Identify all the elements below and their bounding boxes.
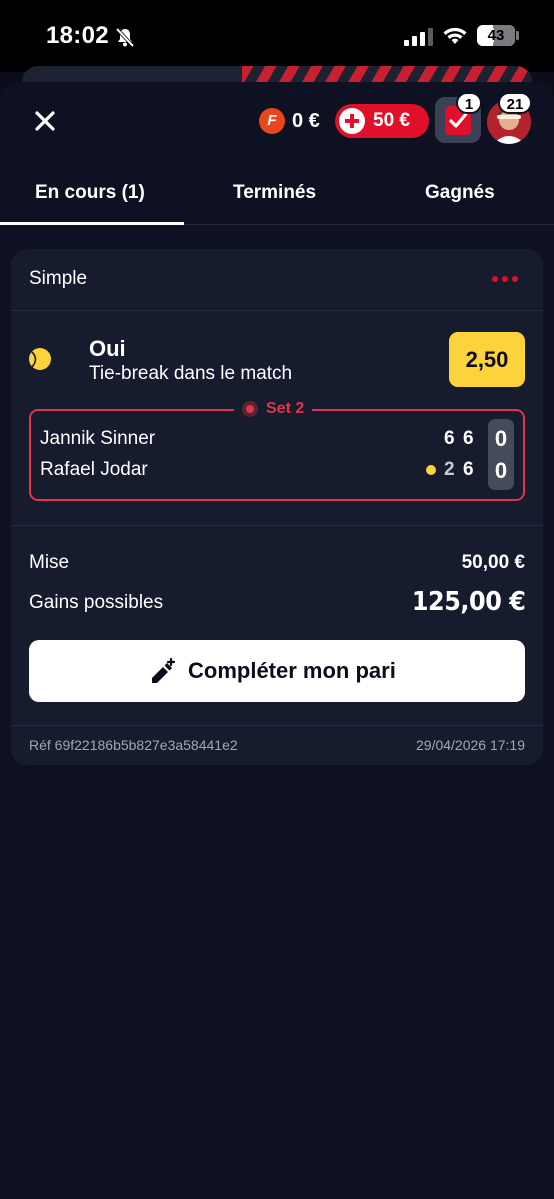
potential-gains-value: 125,00 € — [411, 587, 525, 617]
plus-icon — [339, 108, 365, 134]
live-dot-icon — [242, 401, 258, 417]
live-set-indicator: Set 2 — [234, 398, 313, 420]
stake-label: Mise — [29, 552, 70, 573]
deposit-amount: 50 € — [373, 110, 410, 131]
bell-muted-icon — [115, 27, 135, 48]
potential-gains-label: Gains possibles — [29, 592, 164, 613]
divider — [11, 310, 543, 311]
player-2-set-1: 2 — [444, 459, 455, 480]
player-1-name: Jannik Sinner — [40, 428, 156, 449]
odds-badge[interactable]: 2,50 — [449, 332, 525, 387]
active-tab-indicator — [0, 222, 184, 225]
close-icon[interactable] — [34, 110, 56, 132]
tennis-ball-icon — [29, 348, 51, 370]
player-1-set-2: 6 — [463, 428, 474, 449]
bet-datetime: 29/04/2026 17:19 — [416, 737, 525, 753]
stake-value: 50,00 € — [461, 552, 525, 573]
divider — [11, 725, 543, 726]
player-2-set-2: 6 — [463, 459, 474, 480]
bet-reference: Réf 69f22186b5b827e3a58441e2 — [29, 737, 238, 753]
betslip-count-badge: 1 — [456, 92, 482, 114]
freebet-balance[interactable]: 0 € — [292, 108, 320, 134]
freebet-coin-icon: F — [259, 108, 285, 134]
selection-name: Oui — [89, 336, 126, 361]
player-1-set-1: 6 — [444, 428, 455, 449]
notifications-badge: 21 — [498, 92, 532, 114]
complete-bet-label: Compléter mon pari — [188, 658, 396, 683]
serving-indicator-icon — [426, 465, 436, 475]
battery-level: 43 — [487, 27, 505, 44]
market-name: Tie-break dans le match — [89, 363, 293, 384]
player-2-name: Rafael Jodar — [40, 459, 148, 480]
status-bar: 18:02 43 — [0, 0, 554, 72]
player-1-game-score: 0 — [494, 426, 508, 451]
deposit-button[interactable]: 50 € — [335, 104, 429, 138]
live-scoreboard — [29, 409, 525, 501]
wifi-icon — [443, 27, 467, 44]
more-options-icon[interactable] — [490, 276, 520, 284]
battery-nub — [516, 31, 519, 40]
status-time: 18:02 — [46, 22, 109, 49]
cellular-signal-icon — [404, 28, 433, 46]
divider — [11, 525, 543, 526]
tab-termines[interactable]: Terminés — [233, 182, 316, 204]
complete-bet-button[interactable]: Compléter mon pari — [29, 640, 525, 702]
set-label: Set 2 — [266, 400, 305, 417]
bet-type: Simple — [29, 268, 88, 289]
edit-add-icon — [152, 658, 176, 683]
tab-gagnes[interactable]: Gagnés — [425, 182, 495, 204]
tab-en-cours[interactable]: En cours (1) — [35, 182, 145, 204]
player-2-game-score: 0 — [494, 458, 508, 483]
battery-indicator: 43 — [477, 25, 515, 46]
